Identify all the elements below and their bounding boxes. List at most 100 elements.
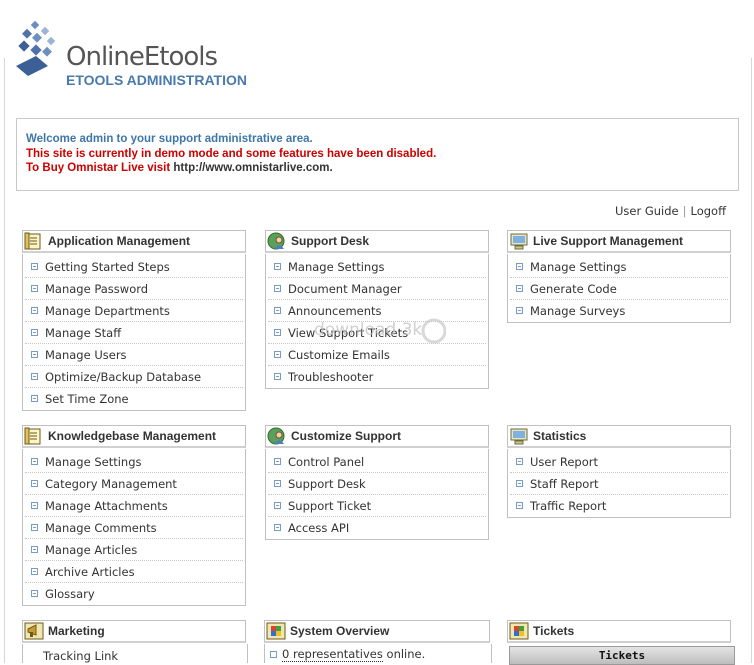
tickets-chart-bar: Tickets xyxy=(509,646,735,665)
panel-header: Support Desk xyxy=(265,230,489,253)
menu-item-generate-code[interactable]: Generate Code xyxy=(510,278,728,300)
bullet-icon xyxy=(31,524,38,531)
bullet-icon xyxy=(31,502,38,509)
menu-item-label[interactable]: Optimize/Backup Database xyxy=(45,370,201,384)
menu-item-label[interactable]: Manage Departments xyxy=(45,304,170,318)
menu-item-manage-settings[interactable]: Manage Settings xyxy=(510,256,728,278)
menu-item-label[interactable]: Manage Settings xyxy=(530,260,627,274)
user-guide-link[interactable]: User Guide xyxy=(615,204,679,218)
bullet-icon xyxy=(31,373,38,380)
watermark-text: download 3k xyxy=(314,320,423,340)
menu-item-optimize-backup-database[interactable]: Optimize/Backup Database xyxy=(25,366,243,388)
menu-item-label[interactable]: Traffic Report xyxy=(530,499,606,513)
bullet-icon xyxy=(516,263,523,270)
menu-item-label[interactable]: Manage Surveys xyxy=(530,304,625,318)
menu-item-label[interactable]: Control Panel xyxy=(288,455,364,469)
panel-body: Manage Settings Category Management Manage… xyxy=(22,449,246,606)
menu-item-traffic-report[interactable]: Traffic Report xyxy=(510,495,728,516)
bullet-icon xyxy=(274,351,281,358)
bullet-icon xyxy=(274,263,281,270)
windows-icon xyxy=(509,622,529,640)
menu-item-label[interactable]: Staff Report xyxy=(530,477,599,491)
panel-title: Knowledgebase Management xyxy=(48,429,217,443)
menu-item-label[interactable]: Support Desk xyxy=(288,477,366,491)
bullet-icon xyxy=(31,329,38,336)
menu-item-label[interactable]: Customize Emails xyxy=(288,348,390,362)
menu-item-label[interactable]: Getting Started Steps xyxy=(45,260,170,274)
menu-item-label[interactable]: Category Management xyxy=(45,477,177,491)
menu-item-manage-password[interactable]: Manage Password xyxy=(25,278,243,300)
menu-item-label[interactable]: Manage Comments xyxy=(45,521,157,535)
panel-header: Statistics xyxy=(507,425,731,448)
menu-item-label[interactable]: Manage Settings xyxy=(45,455,142,469)
watermark: download 3k xyxy=(310,318,446,344)
marketing-item[interactable]: Tracking Link xyxy=(22,644,248,663)
representatives-online: 0 representatives online. xyxy=(282,647,425,662)
brand-logo: OnlineEtools ETOOLS ADMINISTRATION xyxy=(14,20,274,90)
menu-item-manage-staff[interactable]: Manage Staff xyxy=(25,322,243,344)
panel-knowledgebase-management: Knowledgebase Management Manage Settings C… xyxy=(22,425,246,606)
link-separator: | xyxy=(682,204,687,218)
menu-item-archive-articles[interactable]: Archive Articles xyxy=(25,561,243,583)
menu-item-user-report[interactable]: User Report xyxy=(510,451,728,473)
menu-item-label[interactable]: Access API xyxy=(288,521,349,535)
tracking-link[interactable]: Tracking Link xyxy=(43,649,118,663)
menu-item-glossary[interactable]: Glossary xyxy=(25,583,243,604)
menu-item-access-api[interactable]: Access API xyxy=(268,517,486,538)
menu-item-label[interactable]: Manage Password xyxy=(45,282,148,296)
menu-item-support-desk[interactable]: Support Desk xyxy=(268,473,486,495)
windows-icon xyxy=(266,622,286,640)
representatives-link[interactable]: 0 representatives xyxy=(282,647,383,662)
bullet-icon xyxy=(516,458,523,465)
support-user-icon xyxy=(267,427,287,445)
menu-item-label[interactable]: Manage Attachments xyxy=(45,499,168,513)
menu-item-staff-report[interactable]: Staff Report xyxy=(510,473,728,495)
menu-item-label[interactable]: Troubleshooter xyxy=(288,370,373,384)
menu-item-manage-attachments[interactable]: Manage Attachments xyxy=(25,495,243,517)
menu-item-label[interactable]: Announcements xyxy=(288,304,382,318)
menu-item-getting-started-steps[interactable]: Getting Started Steps xyxy=(25,256,243,278)
menu-item-label[interactable]: Glossary xyxy=(45,587,95,601)
buy-url-link[interactable]: http://www.omnistarlive.com xyxy=(173,162,329,174)
demo-warning: This site is currently in demo mode and … xyxy=(26,148,437,160)
menu-item-label[interactable]: Archive Articles xyxy=(45,565,135,579)
panel-body: User Report Staff Report Traffic Report xyxy=(507,449,731,518)
menu-item-manage-users[interactable]: Manage Users xyxy=(25,344,243,366)
menu-item-manage-settings[interactable]: Manage Settings xyxy=(268,256,486,278)
menu-item-category-management[interactable]: Category Management xyxy=(25,473,243,495)
panel-system-overview: System Overview xyxy=(264,620,490,643)
menu-item-support-ticket[interactable]: Support Ticket xyxy=(268,495,486,517)
bullet-icon xyxy=(274,373,281,380)
menu-item-control-panel[interactable]: Control Panel xyxy=(268,451,486,473)
menu-item-troubleshooter[interactable]: Troubleshooter xyxy=(268,366,486,387)
menu-item-document-manager[interactable]: Document Manager xyxy=(268,278,486,300)
logo-cubes-icon xyxy=(16,20,56,76)
notepad-icon xyxy=(24,427,44,445)
panel-header: Tickets xyxy=(507,620,731,643)
menu-item-label[interactable]: Support Ticket xyxy=(288,499,371,513)
bullet-icon xyxy=(516,502,523,509)
menu-item-label[interactable]: Manage Users xyxy=(45,348,127,362)
menu-item-manage-comments[interactable]: Manage Comments xyxy=(25,517,243,539)
menu-item-label[interactable]: Manage Staff xyxy=(45,326,121,340)
menu-item-label[interactable]: Document Manager xyxy=(288,282,402,296)
brand-subtitle: ETOOLS ADMINISTRATION xyxy=(66,72,247,88)
menu-item-customize-emails[interactable]: Customize Emails xyxy=(268,344,486,366)
bullet-icon xyxy=(31,458,38,465)
menu-item-label[interactable]: Manage Articles xyxy=(45,543,137,557)
menu-item-set-time-zone[interactable]: Set Time Zone xyxy=(25,388,243,409)
bullet-icon xyxy=(516,307,523,314)
menu-item-label[interactable]: Set Time Zone xyxy=(45,392,129,406)
menu-item-manage-settings[interactable]: Manage Settings xyxy=(25,451,243,473)
menu-item-manage-articles[interactable]: Manage Articles xyxy=(25,539,243,561)
menu-item-manage-surveys[interactable]: Manage Surveys xyxy=(510,300,728,321)
menu-item-manage-departments[interactable]: Manage Departments xyxy=(25,300,243,322)
welcome-box: Welcome admin to your support administra… xyxy=(16,118,739,191)
buy-line: To Buy Omnistar Live visit http://www.om… xyxy=(26,162,333,174)
logoff-link[interactable]: Logoff xyxy=(691,204,727,218)
menu-item-label[interactable]: User Report xyxy=(530,455,598,469)
panel-title: Support Desk xyxy=(291,234,370,248)
bullet-icon xyxy=(31,263,38,270)
menu-item-label[interactable]: Manage Settings xyxy=(288,260,385,274)
menu-item-label[interactable]: Generate Code xyxy=(530,282,617,296)
